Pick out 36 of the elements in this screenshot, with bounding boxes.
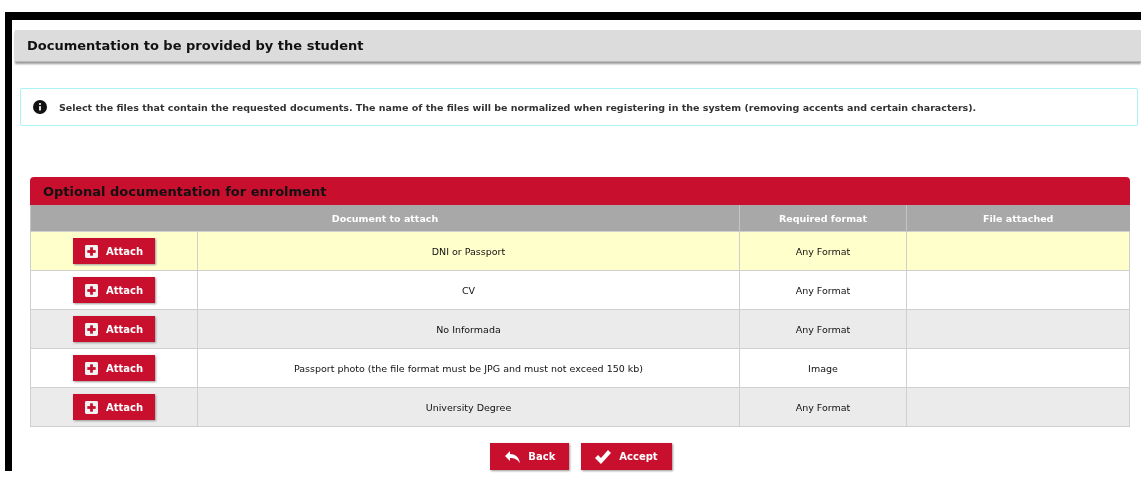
checkmark-icon xyxy=(595,449,612,464)
undo-arrow-icon xyxy=(504,450,521,463)
plus-icon xyxy=(84,244,98,258)
table-cell: DNI or Passport xyxy=(197,231,740,271)
column-header: Required format xyxy=(739,205,907,232)
table-cell: Any Format xyxy=(739,387,907,427)
attach-button[interactable]: Attach xyxy=(73,355,155,381)
table-row[interactable]: Attach No Informada Any Format xyxy=(30,309,1130,349)
table-cell: Any Format xyxy=(739,270,907,310)
attach-button[interactable]: Attach xyxy=(73,238,155,264)
column-header: File attached xyxy=(906,205,1130,232)
table-row[interactable]: Attach DNI or Passport Any Format xyxy=(30,231,1130,271)
table-cell: Any Format xyxy=(739,309,907,349)
table-cell: Any Format xyxy=(739,231,907,271)
plus-icon xyxy=(84,361,98,375)
table-cell: CV xyxy=(197,270,740,310)
table-cell: Passport photo (the file format must be JPG and must not exceed 150 kb) xyxy=(197,348,740,388)
table-cell: No Informada xyxy=(197,309,740,349)
table-row[interactable]: Attach CV Any Format xyxy=(30,270,1130,310)
plus-icon xyxy=(84,400,98,414)
column-header: Document to attach xyxy=(30,205,740,232)
table-cell: University Degree xyxy=(197,387,740,427)
back-button[interactable]: Back xyxy=(490,443,570,470)
table-row[interactable]: Attach University Degree Any Format xyxy=(30,387,1130,427)
plus-icon xyxy=(84,322,98,336)
info-text: Select the files that contain the requested documents. The name of the files will be normalized when registering in the system (removing accents and certain characters). xyxy=(59,101,977,113)
attach-button[interactable]: Attach xyxy=(73,394,155,420)
attach-button[interactable]: Attach xyxy=(73,277,155,303)
info-icon xyxy=(33,100,47,114)
accept-button[interactable]: Accept xyxy=(581,443,672,470)
section-title: Optional documentation for enrolment xyxy=(43,183,327,199)
plus-icon xyxy=(84,283,98,297)
table-cell: Image xyxy=(739,348,907,388)
panel-title: Documentation to be provided by the student xyxy=(27,38,364,53)
attach-button[interactable]: Attach xyxy=(73,316,155,342)
table-row[interactable]: Attach Passport photo (the file format must be JPG and must not exceed 150 kb) Image xyxy=(30,348,1130,388)
